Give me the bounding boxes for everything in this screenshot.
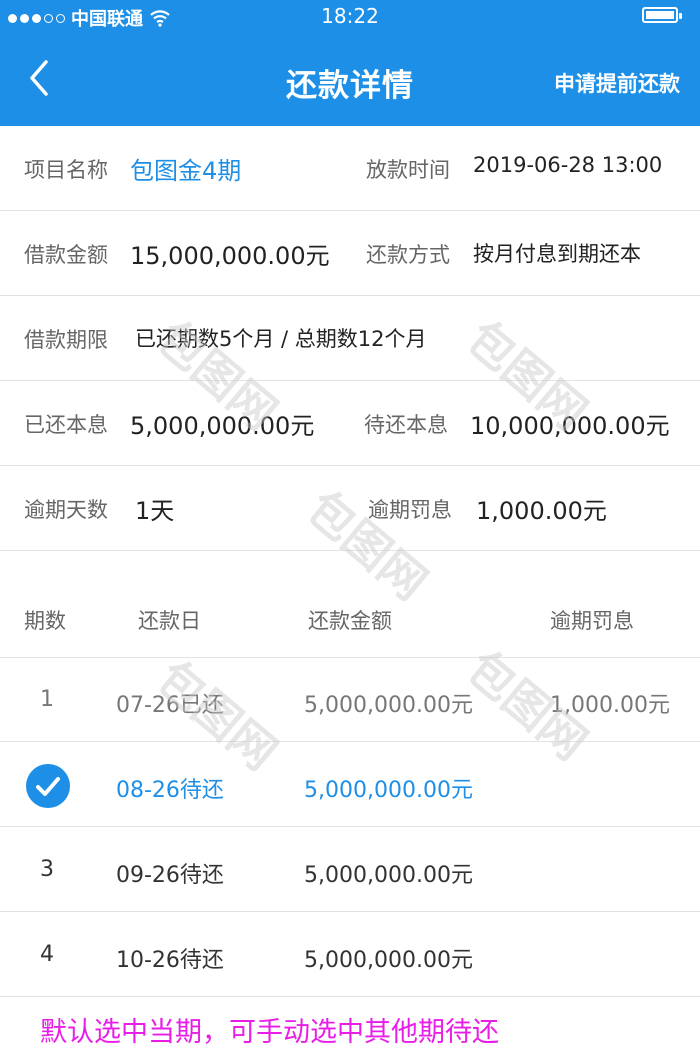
detail-row-term: 借款期限 已还期数5个月 / 总期数12个月 [0,296,700,381]
loan-time-label: 放款时间 [366,158,450,182]
detail-row-overdue: 逾期天数 1天 逾期罚息 1,000.00元 [0,466,700,551]
row-amount: 5,000,000.00元 [304,778,473,803]
loan-amount-value: 15,000,000.00元 [130,242,330,270]
pending-label: 待还本息 [364,413,448,437]
row-penalty: 1,000.00元 [550,693,670,718]
table-row[interactable]: 3 09-26待还 5,000,000.00元 [0,827,700,912]
penalty-value: 1,000.00元 [476,497,607,525]
nav-bar: 还款详情 申请提前还款 [0,32,700,126]
schedule-table-header: 期数 还款日 还款金额 逾期罚息 [0,550,700,658]
header-date: 还款日 [138,609,201,633]
table-row: 1 07-26已还 5,000,000.00元 1,000.00元 [0,657,700,742]
repaid-label: 已还本息 [24,413,108,437]
project-name-label: 项目名称 [24,158,108,182]
table-row-selected[interactable]: 08-26待还 5,000,000.00元 [0,742,700,827]
loan-time-value: 2019-06-28 13:00 [473,153,663,177]
detail-row-project: 项目名称 包图金4期 放款时间 2019-06-28 13:00 [0,126,700,211]
row-period: 3 [40,857,54,882]
detail-row-principal: 已还本息 5,000,000.00元 待还本息 10,000,000.00元 [0,381,700,466]
row-date: 09-26待还 [116,863,224,888]
overdue-days-value: 1天 [135,497,175,525]
repay-method-value: 按月付息到期还本 [473,242,641,266]
early-repay-button[interactable]: 申请提前还款 [554,68,680,98]
row-amount: 5,000,000.00元 [304,948,473,973]
status-bar: 中国联通 18:22 [0,0,700,32]
loan-term-label: 借款期限 [24,328,108,352]
row-period: 4 [40,942,54,967]
overdue-days-label: 逾期天数 [24,498,108,522]
selection-note: 默认选中当期，可手动选中其他期待还 [40,1017,499,1048]
row-amount: 5,000,000.00元 [304,693,473,718]
loan-amount-label: 借款金额 [24,243,108,267]
row-period: 1 [40,687,54,712]
project-name-value[interactable]: 包图金4期 [130,151,241,186]
loan-term-value: 已还期数5个月 / 总期数12个月 [135,327,427,351]
row-date: 08-26待还 [116,778,224,803]
repaid-value: 5,000,000.00元 [130,412,315,440]
detail-row-amount: 借款金额 15,000,000.00元 还款方式 按月付息到期还本 [0,211,700,296]
selected-check-icon[interactable] [26,764,70,808]
row-date: 10-26待还 [116,948,224,973]
pending-value: 10,000,000.00元 [470,412,670,440]
header-amount: 还款金额 [308,609,392,633]
battery-icon [642,7,682,23]
row-amount: 5,000,000.00元 [304,863,473,888]
header-penalty: 逾期罚息 [550,609,634,633]
table-row[interactable]: 4 10-26待还 5,000,000.00元 [0,912,700,997]
repay-method-label: 还款方式 [366,243,450,267]
header-period: 期数 [24,609,66,633]
row-date: 07-26已还 [116,693,224,718]
status-time: 18:22 [321,4,379,28]
penalty-label: 逾期罚息 [368,498,452,522]
